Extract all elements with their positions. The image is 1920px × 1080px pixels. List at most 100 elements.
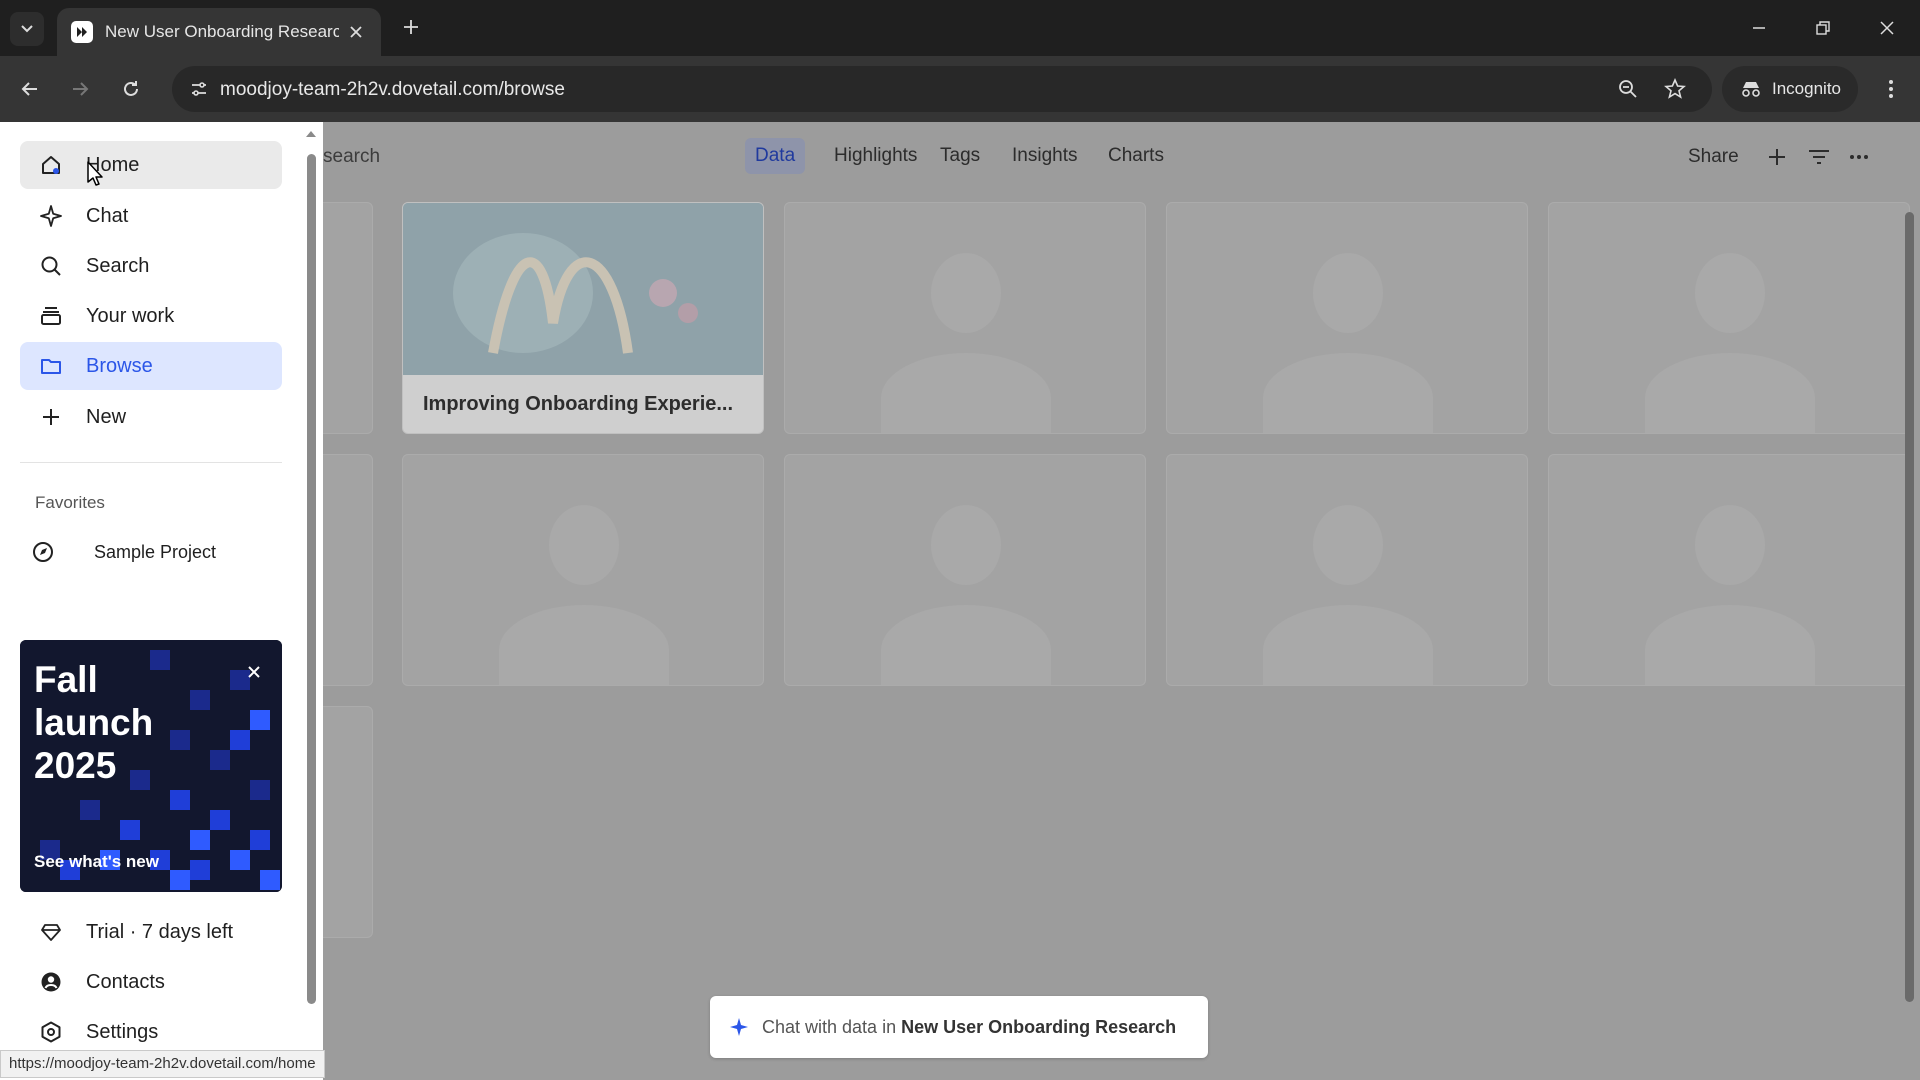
file-card[interactable] — [1166, 202, 1528, 434]
sidebar-item-chat[interactable]: Chat — [20, 192, 282, 240]
sidebar-scrollbar-thumb[interactable] — [307, 154, 316, 1004]
incognito-icon — [1742, 82, 1760, 97]
sidebar-item-label: Chat — [86, 204, 129, 227]
browser-tab-bar: New User Onboarding Research — [0, 0, 1920, 56]
restore-icon — [1816, 21, 1830, 35]
promo-banner[interactable]: Fall launch 2025 See what's new — [20, 640, 282, 892]
status-bar-url: https://moodjoy-team-2h2v.dovetail.com/h… — [0, 1050, 325, 1078]
tab-search-button[interactable] — [10, 12, 44, 46]
tab-data[interactable]: Data — [745, 138, 806, 174]
incognito-label: Incognito — [1772, 79, 1841, 98]
tab-label: Charts — [1108, 145, 1164, 166]
filter-button[interactable] — [1804, 142, 1834, 172]
main-content-overlay: search Data Highlights Tags Insights Cha… — [313, 122, 1920, 1080]
favorite-label: Sample Project — [94, 541, 217, 562]
bookmark-star-icon[interactable] — [1661, 75, 1689, 103]
sidebar-divider — [20, 462, 282, 463]
chat-with-data-button[interactable]: Chat with data in New User Onboarding Re… — [710, 996, 1208, 1058]
minimize-button[interactable] — [1744, 14, 1774, 42]
settings-icon — [38, 1019, 64, 1045]
plus-icon — [404, 20, 418, 34]
more-options-button[interactable] — [1844, 142, 1874, 172]
tab-label: Data — [755, 145, 796, 166]
browser-menu-button[interactable] — [1876, 73, 1906, 105]
reload-icon — [124, 81, 138, 96]
card-thumbnail — [403, 203, 763, 375]
plus-icon — [38, 404, 64, 430]
scroll-up-arrow-icon[interactable] — [304, 128, 318, 140]
sidebar-item-label: Search — [86, 254, 150, 277]
file-card[interactable] — [1548, 454, 1910, 686]
more-horizontal-icon — [1850, 155, 1868, 159]
placeholder-avatar — [1313, 253, 1383, 333]
share-button[interactable]: Share — [1688, 146, 1739, 168]
promo-title: Fall launch 2025 — [34, 659, 154, 786]
sidebar-item-trial[interactable]: Trial · 7 days left — [20, 908, 282, 956]
sidebar-item-your-work[interactable]: Your work — [20, 292, 282, 340]
arrow-left-icon — [21, 82, 37, 96]
url-text: moodjoy-team-2h2v.dovetail.com/browse — [220, 79, 565, 100]
placeholder-avatar — [1313, 505, 1383, 585]
tab-label: Tags — [940, 145, 981, 166]
address-bar[interactable]: moodjoy-team-2h2v.dovetail.com/browse — [172, 66, 1712, 112]
main-scrollbar-thumb[interactable] — [1905, 212, 1914, 1002]
forward-button[interactable] — [64, 73, 96, 105]
new-tab-button[interactable] — [398, 14, 424, 40]
tab-tags[interactable]: Tags — [930, 138, 990, 174]
main-scrollbar[interactable] — [1903, 192, 1917, 1072]
tab-insights[interactable]: Insights — [1002, 138, 1087, 174]
sidebar-item-label: Trial · 7 days left — [86, 920, 234, 943]
tab-label: Insights — [1012, 145, 1078, 166]
sidebar: Home Chat Search Your work Browse New Fa… — [0, 122, 323, 1080]
zoom-icon[interactable] — [1614, 75, 1642, 103]
placeholder-avatar — [1695, 253, 1765, 333]
add-button[interactable] — [1762, 142, 1792, 172]
more-vertical-icon — [1889, 80, 1893, 98]
close-window-button[interactable] — [1872, 14, 1902, 42]
chat-pill-project: New User Onboarding Research — [901, 1016, 1177, 1037]
file-card[interactable] — [784, 454, 1146, 686]
browser-tab[interactable]: New User Onboarding Research — [57, 8, 381, 56]
tab-highlights[interactable]: Highlights — [824, 138, 927, 174]
close-icon[interactable] — [244, 662, 264, 682]
tab-charts[interactable]: Charts — [1098, 138, 1174, 174]
sidebar-item-browse[interactable]: Browse — [20, 342, 282, 390]
chevron-down-icon — [21, 25, 33, 33]
close-icon — [1880, 21, 1894, 35]
placeholder-avatar — [549, 505, 619, 585]
stack-icon — [38, 303, 64, 329]
placeholder-avatar — [1263, 353, 1433, 433]
favorite-sample-project[interactable]: Sample Project — [30, 539, 216, 565]
sidebar-item-contacts[interactable]: Contacts — [20, 958, 282, 1006]
file-card[interactable] — [1548, 202, 1910, 434]
tab-title: New User Onboarding Research — [105, 22, 339, 41]
home-icon — [38, 152, 64, 178]
filter-icon — [1809, 150, 1829, 164]
reload-button[interactable] — [115, 73, 147, 105]
tab-label: Highlights — [834, 145, 918, 166]
sidebar-item-search[interactable]: Search — [20, 242, 282, 290]
placeholder-avatar — [1645, 605, 1815, 685]
promo-cta-link[interactable]: See what's new — [34, 852, 159, 872]
sidebar-item-home[interactable]: Home — [20, 141, 282, 189]
breadcrumb[interactable]: search — [323, 146, 380, 168]
restore-button[interactable] — [1808, 14, 1838, 42]
search-icon — [38, 253, 64, 279]
incognito-badge[interactable]: Incognito — [1722, 66, 1858, 112]
file-card[interactable] — [1166, 454, 1528, 686]
project-icon — [30, 539, 56, 565]
file-card[interactable] — [784, 202, 1146, 434]
placeholder-avatar — [499, 605, 669, 685]
sidebar-item-new[interactable]: New — [20, 393, 282, 441]
sparkle-icon — [730, 1018, 748, 1036]
sidebar-item-settings[interactable]: Settings — [20, 1008, 282, 1056]
tab-close-icon[interactable] — [345, 21, 367, 43]
folder-icon — [38, 353, 64, 379]
card-title: Improving Onboarding Experie... — [423, 393, 734, 415]
sparkle-icon — [38, 203, 64, 229]
site-info-icon[interactable] — [184, 74, 214, 104]
file-card[interactable] — [402, 454, 764, 686]
file-card-featured[interactable]: Improving Onboarding Experie... — [402, 202, 764, 434]
sidebar-scrollbar[interactable] — [304, 126, 318, 1006]
back-button[interactable] — [14, 73, 46, 105]
